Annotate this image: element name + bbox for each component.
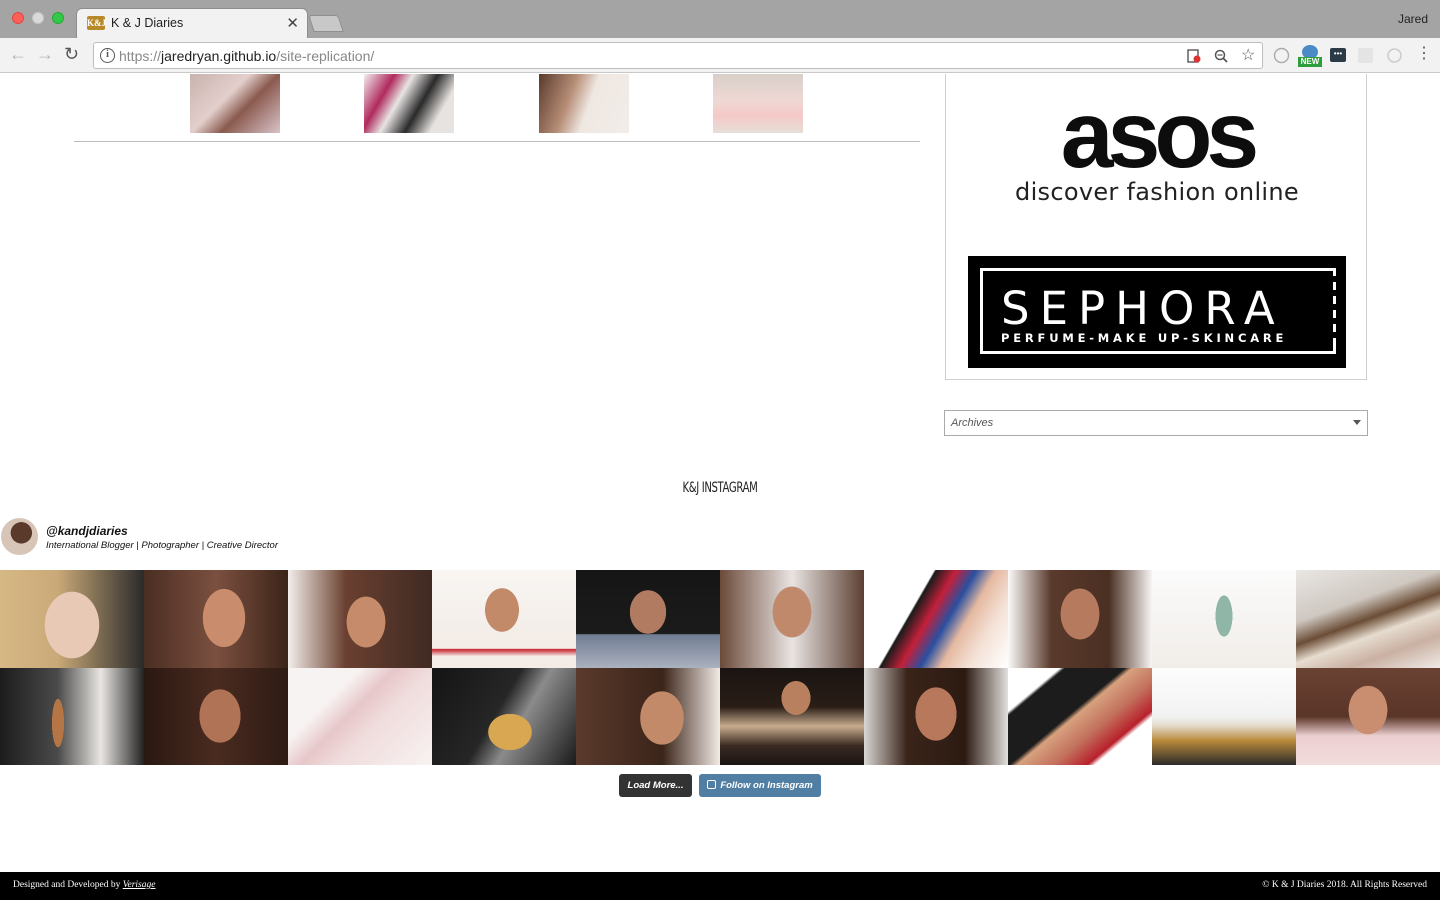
back-arrow-icon[interactable]: ← (9, 44, 27, 64)
instagram-photo[interactable] (0, 668, 144, 765)
bookmark-star-icon[interactable]: ☆ (1241, 45, 1255, 65)
extension-grid-icon[interactable] (1358, 48, 1373, 63)
footer-credit-link[interactable]: Verisage (123, 880, 156, 890)
maximize-window-button[interactable] (52, 12, 64, 24)
chevron-down-icon (1353, 420, 1361, 425)
browser-toolbar: ← → ↻ i https://jaredryan.github.io/site… (0, 38, 1440, 73)
sidebar-ad-box: asos discover fashion online SEPHORA PER… (945, 74, 1367, 380)
url-prefix: https:// (119, 48, 162, 64)
avatar[interactable] (1, 518, 38, 555)
instagram-photo[interactable] (288, 570, 432, 668)
instagram-photo[interactable] (432, 570, 576, 668)
footer-credit-prefix: Designed and Developed by (13, 880, 121, 890)
instagram-photo[interactable] (0, 570, 144, 668)
instagram-photo[interactable] (864, 570, 1008, 668)
follow-label: Follow on Instagram (720, 780, 813, 791)
reload-icon[interactable]: ↻ (64, 44, 79, 64)
address-bar[interactable]: i https://jaredryan.github.io/site-repli… (93, 42, 1263, 69)
menu-kebab-icon[interactable]: ⋮ (1416, 45, 1432, 63)
follow-on-instagram-button[interactable]: Follow on Instagram (699, 774, 821, 797)
url-host: jaredryan.github.io (161, 48, 277, 64)
new-tab-button[interactable] (308, 15, 344, 32)
sephora-logo-frame: SEPHORA PERFUME-MAKE UP-SKINCARE (980, 268, 1336, 354)
archives-dropdown[interactable]: Archives (944, 410, 1368, 436)
instagram-icon (707, 780, 717, 789)
instagram-photo[interactable] (432, 668, 576, 765)
browser-tab-bar: K&J K & J Diaries ✕ Jared (0, 0, 1440, 38)
instagram-photo[interactable] (864, 668, 1008, 765)
footer-credit: Designed and Developed by Verisage (13, 880, 155, 890)
instagram-photo[interactable] (1296, 668, 1440, 765)
content-divider (74, 141, 920, 142)
instagram-photo[interactable] (720, 570, 864, 668)
sephora-ad[interactable]: SEPHORA PERFUME-MAKE UP-SKINCARE (968, 256, 1346, 368)
asos-ad[interactable]: asos discover fashion online (1012, 82, 1302, 207)
instagram-handle[interactable]: @kandjdiaries (46, 524, 128, 538)
archives-selected-value: Archives (951, 417, 994, 429)
blocked-popup-icon[interactable] (1187, 49, 1201, 63)
extension-dots-icon[interactable]: ••• (1330, 48, 1346, 62)
related-post-thumbnail[interactable] (539, 74, 629, 133)
instagram-photo[interactable] (1008, 668, 1152, 765)
close-window-button[interactable] (12, 12, 24, 24)
tab-close-icon[interactable]: ✕ (286, 14, 299, 32)
extension-badge: NEW (1298, 57, 1322, 67)
forward-arrow-icon[interactable]: → (36, 44, 54, 64)
url-text[interactable]: https://jaredryan.github.io/site-replica… (119, 48, 374, 64)
instagram-photo[interactable] (1008, 570, 1152, 668)
instagram-photo[interactable] (1152, 570, 1296, 668)
sephora-logo-text: SEPHORA (1001, 282, 1285, 335)
asos-logo-text: asos (1060, 82, 1260, 188)
sephora-stripes (1318, 268, 1336, 354)
instagram-photo[interactable] (576, 668, 720, 765)
footer-copyright: © K & J Diaries 2018. All Rights Reserve… (1262, 880, 1427, 890)
site-footer: Designed and Developed by Verisage © K &… (0, 872, 1440, 900)
instagram-photo[interactable] (1152, 668, 1296, 765)
minimize-window-button[interactable] (32, 12, 44, 24)
extension-refresh-icon[interactable] (1386, 47, 1403, 64)
site-favicon-icon: K&J (87, 16, 106, 30)
instagram-photo[interactable] (1296, 570, 1440, 668)
zoom-icon[interactable] (1214, 49, 1228, 63)
instagram-photo[interactable] (288, 668, 432, 765)
instagram-photo[interactable] (720, 668, 864, 765)
page-content: asos discover fashion online SEPHORA PER… (0, 74, 1440, 900)
instagram-bio: International Blogger | Photographer | C… (46, 540, 279, 551)
instagram-photo[interactable] (144, 570, 288, 668)
browser-tab[interactable]: K&J K & J Diaries ✕ (76, 8, 308, 38)
related-post-thumbnail[interactable] (364, 74, 454, 133)
load-more-button[interactable]: Load More... (619, 774, 692, 797)
instagram-photo[interactable] (144, 668, 288, 765)
sephora-tagline: PERFUME-MAKE UP-SKINCARE (1001, 331, 1288, 345)
instagram-section-title: K&J INSTAGRAM (682, 480, 758, 496)
related-post-thumbnail[interactable] (713, 74, 803, 133)
info-icon[interactable]: i (100, 48, 115, 63)
instagram-photo-grid (0, 570, 1440, 765)
url-path: /site-replication/ (276, 48, 375, 64)
asos-tagline: discover fashion online (1015, 178, 1299, 206)
profile-name[interactable]: Jared (1398, 12, 1428, 26)
extension-circle-icon[interactable] (1273, 47, 1290, 64)
related-post-thumbnail[interactable] (190, 74, 280, 133)
extension-new-icon[interactable]: NEW (1298, 45, 1322, 67)
tab-title: K & J Diaries (111, 16, 184, 30)
instagram-photo[interactable] (576, 570, 720, 668)
